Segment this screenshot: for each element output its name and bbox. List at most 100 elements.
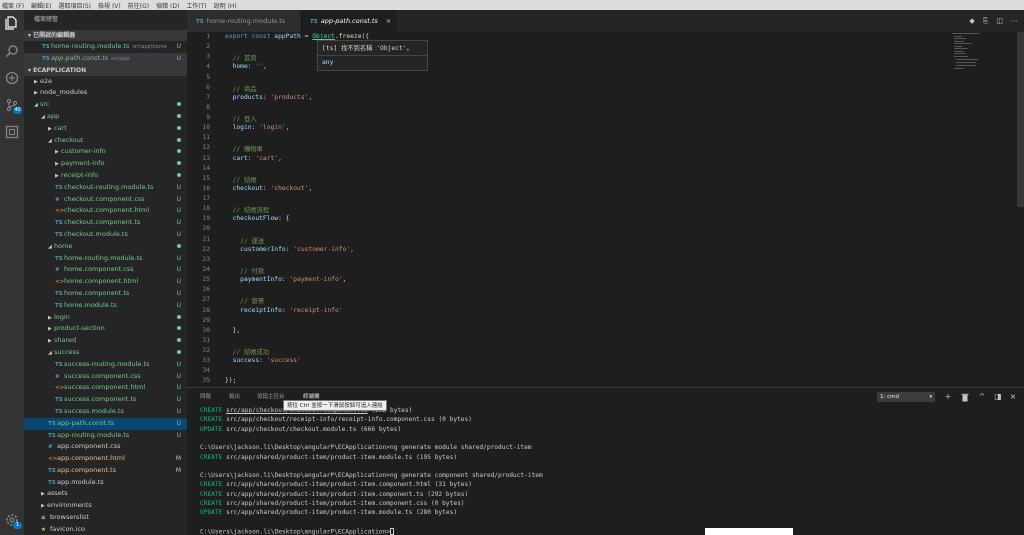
file-item[interactable]: TSapp-path.const.ts U (24, 417, 187, 430)
folder-item[interactable]: ◢ checkout (24, 135, 187, 147)
tree-item-label: assets (47, 489, 68, 498)
terminal-path: src/app/shared/product-item/product-item… (226, 481, 431, 489)
folder-item[interactable]: ◢ home (24, 241, 187, 253)
tab-problems[interactable]: 問題 (200, 388, 211, 406)
menu-bar: 檔案 (F) 編輯(E) 選取項目(S) 檢視 (V) 前往(G) 偵錯 (D) 工作(T)… (0, 0, 1024, 10)
menu-item[interactable]: 前往(G) (128, 1, 149, 10)
menu-item[interactable]: 檢視 (V) (98, 1, 121, 10)
code-line: checkoutFlow: { (225, 215, 290, 223)
menu-item[interactable]: 選取項目(S) (59, 1, 92, 10)
file-item[interactable]: TSapp.component.ts M (24, 465, 187, 477)
tree-item-label: checkout.component.html (64, 206, 150, 215)
line-number: 18 (202, 205, 210, 213)
file-item[interactable]: TSsuccess.component.ts U (24, 394, 187, 406)
folder-item[interactable]: ▶ cart (24, 123, 187, 135)
new-terminal-icon[interactable]: + (943, 391, 953, 403)
git-compare-icon[interactable]: ◆ (969, 17, 974, 25)
code-token: : { (278, 215, 290, 223)
line-number: 7 (206, 93, 210, 101)
open-editors-header[interactable]: ▾ 已開啟的編輯器 (24, 30, 187, 41)
folder-item[interactable]: ▶ node_modules (24, 87, 187, 99)
project-label: ECAPPLICATION (33, 66, 87, 74)
code-token: // 結帳 (225, 176, 257, 184)
code-line: products: 'products', (225, 94, 313, 101)
folder-item[interactable]: ▶ login (24, 312, 187, 324)
menu-item[interactable]: 工作(T) (186, 1, 206, 10)
project-header[interactable]: ▾ ECAPPLICATION (24, 64, 187, 76)
debug-icon[interactable] (4, 70, 20, 86)
close-icon[interactable]: × (386, 17, 391, 25)
file-item[interactable]: TShome.component.ts U (24, 288, 187, 300)
folder-item[interactable]: ◢ src (24, 99, 187, 111)
source-control-icon[interactable]: 40 (4, 97, 22, 114)
file-item[interactable]: TSapp-routing.module.ts U (24, 430, 187, 442)
tab-output[interactable]: 輸出 (229, 388, 240, 406)
close-panel-icon[interactable]: × (1008, 391, 1018, 403)
menu-item[interactable]: 說明 (H) (214, 1, 237, 10)
file-item[interactable]: # app.component.css (24, 441, 187, 453)
menu-item[interactable]: 偵錯 (D) (156, 1, 179, 10)
ts-file-icon: TS (55, 290, 63, 297)
folder-item[interactable]: ▶ receipt-info (24, 170, 187, 182)
menu-item[interactable]: 檔案 (F) (2, 1, 24, 10)
file-item[interactable]: <>checkout.component.html U (24, 205, 187, 217)
code-token: : (251, 124, 260, 132)
folder-item[interactable]: ◢ app (24, 111, 187, 123)
tab-app-path[interactable]: TS app-path.const.ts × (301, 10, 397, 32)
code-editor[interactable]: 1 export const appPath = Object.freeze({2… (187, 32, 1024, 387)
modified-dot (177, 99, 181, 111)
explorer-icon[interactable] (4, 15, 20, 31)
tab-debug-console[interactable]: 偵錯主控台 (257, 388, 285, 406)
code-token: 'cart' (255, 154, 279, 162)
file-item[interactable]: TScheckout.module.ts U (24, 229, 187, 241)
terminal-action: CREATE (200, 453, 223, 461)
split-editor-icon[interactable]: ◫ (996, 17, 1003, 25)
menu-item[interactable]: 編輯(E) (31, 1, 51, 10)
file-item[interactable]: <>home.component.html U (24, 276, 187, 288)
folder-item[interactable]: ▶ shared (24, 335, 187, 347)
folder-item[interactable]: ◢ success (24, 347, 187, 359)
folder-item[interactable]: ▶ payment-info (24, 158, 187, 170)
settings-gear-icon[interactable]: 1 (4, 512, 22, 529)
editor-scrollbar[interactable] (1017, 32, 1024, 207)
code-line: // 購物車 (225, 144, 263, 153)
folder-item[interactable]: ▶ customer-info (24, 146, 187, 158)
trash-icon[interactable] (960, 391, 970, 403)
file-item[interactable]: ≡ browserslist (24, 512, 187, 524)
line-number: 10 (202, 124, 210, 132)
minimap[interactable] (950, 32, 1014, 72)
search-icon[interactable] (4, 43, 20, 59)
modified-dot (177, 135, 181, 147)
file-item[interactable]: TShome.module.ts U (24, 300, 187, 312)
folder-item[interactable]: ▶ environments (24, 500, 187, 512)
file-item[interactable]: # home.component.css U (24, 264, 187, 276)
maximize-panel-icon[interactable]: ^ (977, 391, 987, 403)
code-token: }, (225, 326, 241, 334)
open-preview-icon[interactable]: ⎘ (983, 17, 989, 26)
file-item[interactable]: TSsuccess.module.ts U (24, 406, 187, 418)
file-item[interactable]: # success.component.css U (24, 371, 187, 383)
open-editor-item[interactable]: TSapp-path.const.ts src\app U (24, 52, 187, 65)
file-item[interactable]: TSsuccess-routing.module.ts U (24, 359, 187, 371)
folder-item[interactable]: ▶ product-section (24, 323, 187, 335)
code-token: , (342, 276, 347, 284)
terminal-select[interactable]: 1: cmd ▾ (877, 392, 935, 402)
file-item[interactable]: TSapp.module.ts (24, 477, 187, 489)
file-item[interactable]: TScheckout-routing.module.ts U (24, 182, 187, 194)
extensions-icon[interactable] (4, 124, 20, 140)
code-line: // 首頁 (225, 53, 257, 62)
tree-item-label: success.component.html (64, 383, 146, 392)
open-editor-item[interactable]: TShome-routing.module.ts src\app\home U (24, 41, 187, 53)
tab-home-routing[interactable]: TS home-routing.module.ts (187, 10, 300, 32)
more-actions-icon[interactable]: ⋯ (1011, 17, 1018, 25)
file-item[interactable]: ★ favicon.ico (24, 524, 187, 535)
tree-item-label: success.component.ts (64, 395, 137, 404)
file-item[interactable]: <>success.component.html U (24, 382, 187, 394)
file-item[interactable]: TScheckout.component.ts U (24, 217, 187, 229)
file-item[interactable]: <>app.component.html M (24, 453, 187, 465)
file-item[interactable]: TShome-routing.module.ts U (24, 253, 187, 265)
file-item[interactable]: # checkout.component.css U (24, 194, 187, 206)
toggle-panel-position-icon[interactable]: ◨ (993, 391, 1003, 403)
folder-item[interactable]: ▶ e2e (24, 76, 187, 88)
folder-item[interactable]: ▶ assets (24, 488, 187, 500)
